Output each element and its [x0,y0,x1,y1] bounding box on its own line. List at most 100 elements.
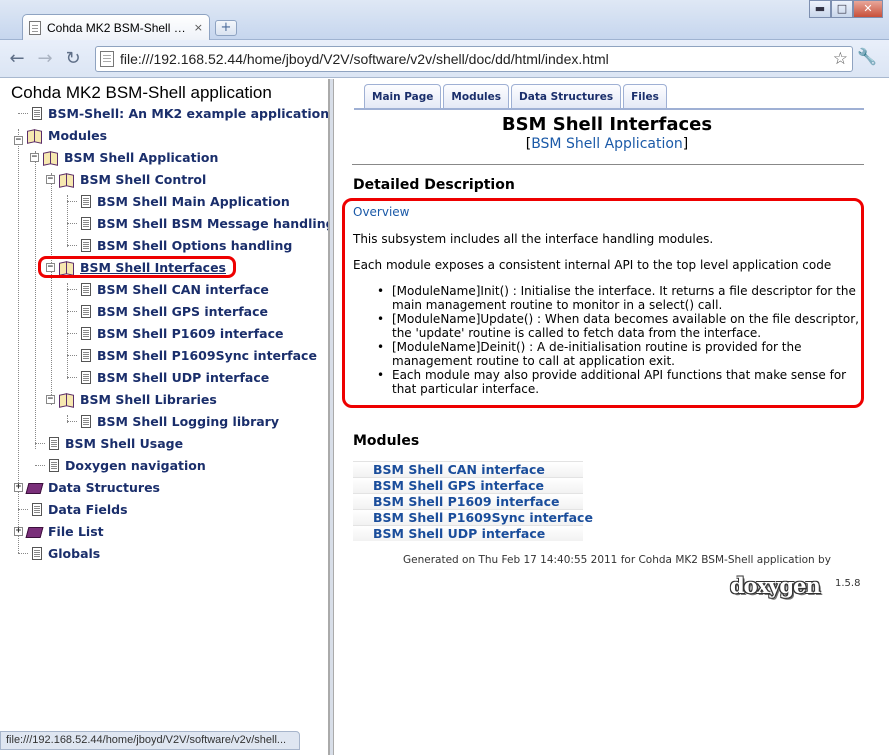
module-link[interactable]: BSM Shell P1609Sync interface [353,509,593,525]
generated-footer: Generated on Thu Feb 17 14:40:55 2011 fo… [403,554,831,566]
document-icon [81,326,91,340]
tree-item-label: BSM Shell Application [64,149,219,165]
tree-item-bsm-message-handling[interactable]: BSM Shell BSM Message handling [67,213,329,233]
tree-item-label: BSM Shell GPS interface [97,303,268,319]
tree-item-main-application[interactable]: BSM Shell Main Application [67,191,290,211]
tree-item-label: BSM Shell P1609 interface [97,325,284,341]
tab-files[interactable]: Files [623,84,667,108]
module-link[interactable]: BSM Shell GPS interface [353,477,583,493]
tree-item-udp-interface[interactable]: BSM Shell UDP interface [67,367,269,387]
doxygen-logo[interactable]: doxygen [730,573,821,598]
tree-item-options-handling[interactable]: BSM Shell Options handling [67,235,292,255]
document-icon [81,216,91,230]
tree-item-bsm-shell-control[interactable]: − BSM Shell Control [46,169,206,189]
modules-heading: Modules [353,433,420,449]
divider [352,164,864,165]
url-text[interactable]: file:///192.168.52.44/home/jboyd/V2V/sof… [120,51,827,67]
closed-book-icon [26,525,42,538]
minimize-button[interactable]: ▬ [809,0,831,18]
status-bar: file:///192.168.52.44/home/jboyd/V2V/sof… [0,731,300,750]
tree-item-label: BSM Shell Main Application [97,193,290,209]
page-icon [100,51,114,67]
tab-modules[interactable]: Modules [443,84,510,108]
page-favicon-icon [29,20,41,35]
reload-button[interactable]: ↻ [62,48,84,70]
wrench-menu-icon[interactable]: 🔧 [857,47,877,66]
page-title: BSM Shell Interfaces [501,114,713,135]
tabs-underline [354,108,864,110]
module-link[interactable]: BSM Shell UDP interface [353,525,583,541]
bookmark-star-icon[interactable]: ☆ [833,49,848,69]
tab-data-structures[interactable]: Data Structures [511,84,622,108]
tree-item-bsm-shell-usage[interactable]: BSM Shell Usage [35,433,183,453]
parent-breadcrumb: [BSM Shell Application] [334,136,880,152]
tree-item-p1609sync-interface[interactable]: BSM Shell P1609Sync interface [67,345,317,365]
tree-item-label: BSM Shell Usage [65,435,184,451]
document-icon [49,436,59,450]
document-icon [32,502,42,516]
document-icon [81,414,91,428]
forward-button[interactable]: → [34,48,56,70]
tree-item-label: Doxygen navigation [65,457,206,473]
parent-link[interactable]: BSM Shell Application [531,136,683,152]
list-item: Each module may also provide additional … [374,368,859,396]
tree-item-can-interface[interactable]: BSM Shell CAN interface [67,279,269,299]
tab-close-icon[interactable]: × [194,21,203,34]
detailed-description-heading: Detailed Description [353,177,515,193]
document-icon [32,546,42,560]
tree-title: Cohda MK2 BSM-Shell application [11,83,272,102]
browser-tab[interactable]: Cohda MK2 BSM-Shell applicat... × [22,14,210,40]
tree-item-bsm-shell-application[interactable]: − BSM Shell Application [30,147,218,167]
tree-item-data-structures[interactable]: + Data Structures [14,477,160,497]
tree-item-doxygen-navigation[interactable]: Doxygen navigation [35,455,206,475]
collapse-icon[interactable]: − [14,135,23,145]
tree-item-mainpage[interactable]: BSM-Shell: An MK2 example application [18,103,328,123]
tree-item-label: BSM Shell Options handling [97,237,293,253]
tree-item-label: BSM Shell Logging library [97,413,279,429]
tree-item-gps-interface[interactable]: BSM Shell GPS interface [67,301,268,321]
tree-item-globals[interactable]: Globals [18,543,100,563]
api-list: [ModuleName]Init() : Initialise the inte… [374,284,859,396]
open-book-icon [58,393,74,406]
document-icon [32,106,42,120]
tree-item-bsm-shell-libraries[interactable]: − BSM Shell Libraries [46,389,217,409]
tree-item-modules[interactable]: − Modules [14,125,107,145]
address-bar[interactable]: file:///192.168.52.44/home/jboyd/V2V/sof… [95,46,853,72]
document-icon [81,194,91,208]
tree-item-label: Data Fields [48,501,128,517]
tree-guide-line [51,173,52,405]
tree-item-file-list[interactable]: + File List [14,521,104,541]
collapse-icon[interactable]: − [30,152,39,162]
tree-item-label: BSM Shell BSM Message handling [97,215,329,231]
list-item: [ModuleName]Update() : When data becomes… [374,312,859,340]
description-paragraph-2: Each module exposes a consistent interna… [353,258,832,272]
collapse-icon[interactable]: − [46,174,55,184]
tab-title: Cohda MK2 BSM-Shell applicat... [47,20,188,35]
expand-icon[interactable]: + [14,482,23,492]
open-book-icon [42,151,58,164]
navigation-tree-frame: Cohda MK2 BSM-Shell application BSM-Shel… [0,79,329,755]
back-button[interactable]: ← [6,48,28,70]
module-link[interactable]: BSM Shell CAN interface [353,461,583,477]
overview-anchor[interactable]: Overview [353,205,410,219]
tree-item-label: Data Structures [48,479,160,495]
tree-item-p1609-interface[interactable]: BSM Shell P1609 interface [67,323,284,343]
tree-item-data-fields[interactable]: Data Fields [18,499,128,519]
tree-item-label: BSM Shell Control [80,171,207,187]
close-window-button[interactable]: ✕ [853,0,883,18]
document-icon [49,458,59,472]
tree-item-logging-library[interactable]: BSM Shell Logging library [67,411,279,431]
title-bar: Cohda MK2 BSM-Shell applicat... × + ▬ □ … [0,0,889,40]
collapse-icon[interactable]: − [46,394,55,404]
module-link[interactable]: BSM Shell P1609 interface [353,493,583,509]
document-icon [81,304,91,318]
tree-guide-line [35,151,36,449]
document-icon [81,348,91,362]
bracket-close: ] [682,136,689,152]
list-item: [ModuleName]Init() : Initialise the inte… [374,284,859,312]
new-tab-button[interactable]: + [215,20,237,36]
tree-item-label: BSM Shell UDP interface [97,369,270,385]
maximize-button[interactable]: □ [831,0,853,18]
tab-main-page[interactable]: Main Page [364,84,442,108]
expand-icon[interactable]: + [14,526,23,536]
